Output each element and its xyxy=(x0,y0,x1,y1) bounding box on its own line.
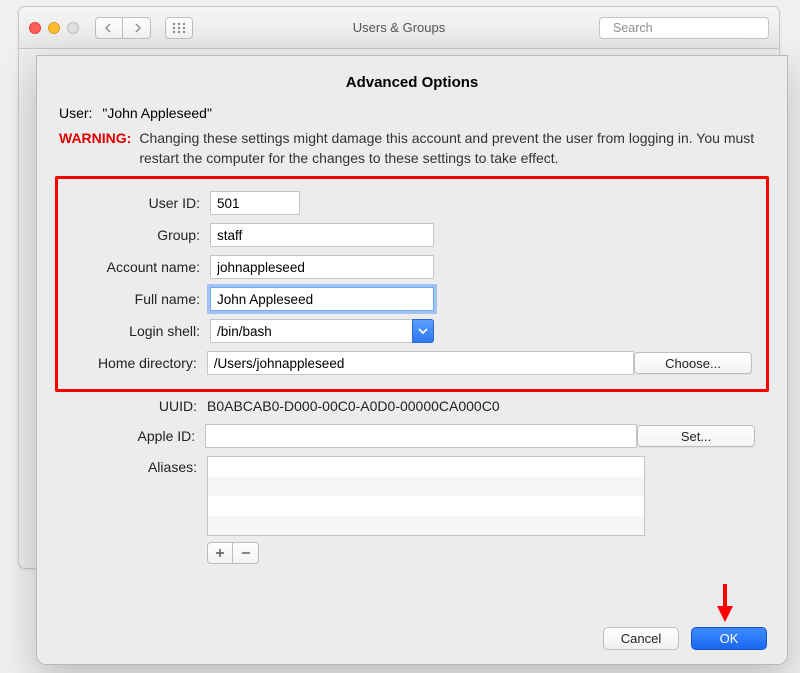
forward-button[interactable] xyxy=(123,17,151,39)
titlebar: Users & Groups xyxy=(19,7,779,49)
advanced-options-sheet: Advanced Options User: "John Appleseed" … xyxy=(36,55,788,665)
choose-button[interactable]: Choose... xyxy=(634,352,752,374)
cancel-button[interactable]: Cancel xyxy=(603,627,679,650)
minus-icon xyxy=(241,548,251,558)
highlighted-fields: User ID: Group: Account name: Full name:… xyxy=(55,176,769,392)
set-button[interactable]: Set... xyxy=(637,425,755,447)
plus-icon xyxy=(215,548,225,558)
add-alias-button[interactable] xyxy=(207,542,233,564)
traffic-lights xyxy=(29,22,79,34)
full-name-input[interactable] xyxy=(210,287,434,311)
apple-id-input[interactable] xyxy=(205,424,637,448)
uuid-value: B0ABCAB0-D000-00C0-A0D0-00000CA000C0 xyxy=(207,398,500,414)
login-shell-label: Login shell: xyxy=(72,323,210,339)
remove-alias-button[interactable] xyxy=(233,542,259,564)
home-dir-input[interactable] xyxy=(207,351,634,375)
minimize-window-button[interactable] xyxy=(48,22,60,34)
uuid-label: UUID: xyxy=(69,398,207,414)
login-shell-input[interactable] xyxy=(210,319,412,343)
user-name: "John Appleseed" xyxy=(102,105,212,121)
grid-icon xyxy=(172,22,186,34)
warning-text: Changing these settings might damage thi… xyxy=(139,129,769,168)
search-input[interactable] xyxy=(611,20,776,36)
full-name-label: Full name: xyxy=(72,291,210,307)
zoom-window-button xyxy=(67,22,79,34)
account-name-input[interactable] xyxy=(210,255,434,279)
user-label: User: xyxy=(59,105,92,121)
close-window-button[interactable] xyxy=(29,22,41,34)
chevron-down-icon xyxy=(418,326,428,336)
nav-buttons xyxy=(95,17,151,39)
annotation-arrow-icon xyxy=(715,582,735,622)
warning-block: WARNING: Changing these settings might d… xyxy=(59,129,769,168)
aliases-list[interactable] xyxy=(207,456,645,536)
login-shell-dropdown-button[interactable] xyxy=(412,319,434,343)
user-id-input[interactable] xyxy=(210,191,300,215)
chevron-right-icon xyxy=(132,23,142,33)
back-button[interactable] xyxy=(95,17,123,39)
group-label: Group: xyxy=(72,227,210,243)
account-name-label: Account name: xyxy=(72,259,210,275)
show-all-prefs-button[interactable] xyxy=(165,17,193,39)
login-shell-combobox[interactable] xyxy=(210,319,434,343)
apple-id-label: Apple ID: xyxy=(69,428,205,444)
dialog-buttons: Cancel OK xyxy=(603,627,767,650)
group-input[interactable] xyxy=(210,223,434,247)
ok-button[interactable]: OK xyxy=(691,627,767,650)
user-line: User: "John Appleseed" xyxy=(59,105,769,121)
aliases-add-remove xyxy=(207,542,645,564)
home-dir-label: Home directory: xyxy=(72,355,207,371)
sheet-title: Advanced Options xyxy=(55,74,769,91)
user-id-label: User ID: xyxy=(72,195,210,211)
search-field-container[interactable] xyxy=(599,17,769,39)
warning-label: WARNING: xyxy=(59,129,131,168)
chevron-left-icon xyxy=(104,23,114,33)
aliases-label: Aliases: xyxy=(69,456,207,475)
